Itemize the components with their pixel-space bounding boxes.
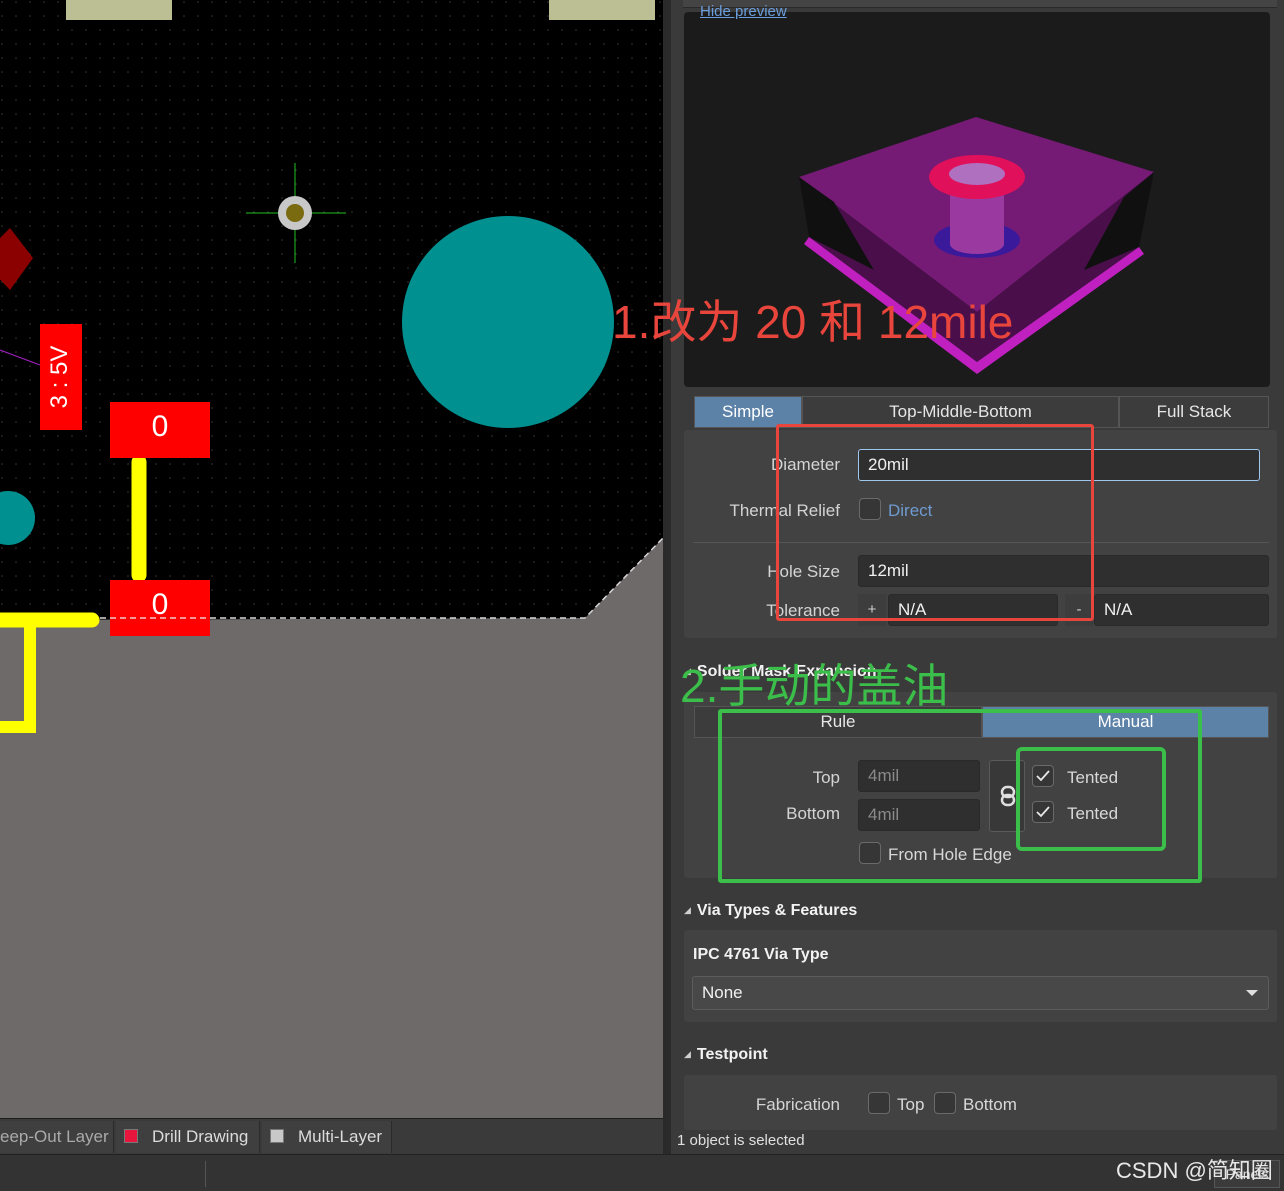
annotation-note-1: 1.改为 20 和 12mile [612, 296, 1014, 348]
top-pad-right[interactable] [549, 0, 655, 20]
tolerance-minus-input[interactable]: N/A [1094, 594, 1269, 626]
preview-barrel-bottom [950, 234, 1004, 254]
via-hole [286, 204, 304, 222]
chevron-down-icon [1246, 990, 1258, 996]
layer-tab-keep-out[interactable]: eep-Out Layer [0, 1121, 114, 1153]
testpoint-bottom-checkbox[interactable] [934, 1092, 956, 1114]
layer-color-swatch [270, 1129, 284, 1143]
board-region [0, 538, 663, 1118]
fabrication-label: Fabrication [755, 1095, 840, 1114]
annotation-box-green-inner [1016, 747, 1166, 851]
pcb-drawing [0, 0, 663, 1118]
via-types-title: Via Types & Features [696, 902, 858, 919]
collapse-arrow-icon: ◢ [684, 905, 691, 915]
status-bar [0, 1154, 1284, 1191]
watermark: CSDN @简知圈 [1116, 1158, 1273, 1183]
status-separator [205, 1161, 206, 1187]
layer-tab-multi-layer[interactable]: Multi-Layer [262, 1121, 392, 1153]
tab-full-stack[interactable]: Full Stack [1119, 396, 1269, 428]
collapse-arrow-icon: ◢ [684, 1049, 691, 1059]
layer-color-swatch [124, 1129, 138, 1143]
component-label: 3 : 5V [46, 345, 73, 409]
testpoint-top-label: Top [897, 1095, 925, 1114]
layer-tab-label: Multi-Layer [298, 1127, 383, 1146]
hide-preview-link[interactable]: Hide preview [700, 3, 787, 20]
round-pad-large[interactable] [402, 216, 614, 428]
ipc-via-type-label: IPC 4761 Via Type [693, 946, 829, 963]
testpoint-top-checkbox[interactable] [868, 1092, 890, 1114]
selection-status: 1 object is selected [677, 1132, 805, 1149]
layer-tab-drill-drawing[interactable]: Drill Drawing [116, 1121, 260, 1153]
top-pad-left[interactable] [66, 0, 172, 20]
layer-tab-bar: eep-Out Layer Drill Drawing Multi-Layer [0, 1118, 663, 1154]
layer-tab-label: Drill Drawing [152, 1127, 249, 1146]
pad-label-2: 0 [151, 588, 169, 621]
annotation-box-red [776, 424, 1094, 621]
pcb-editor-window: { "canvas": { "pad_labels": ["0", "0"], … [0, 0, 1284, 1191]
ipc-via-type-dropdown[interactable]: None [692, 976, 1269, 1010]
layer-tab-label: eep-Out Layer [0, 1127, 109, 1146]
preview-hole [949, 163, 1005, 185]
pad-label-1: 0 [151, 410, 169, 443]
via-types-section-header[interactable]: ◢ Via Types & Features [684, 902, 857, 920]
testpoint-title: Testpoint [696, 1046, 768, 1063]
pcb-canvas[interactable]: 0 0 3 : 5V [0, 0, 663, 1118]
panel-splitter[interactable] [663, 0, 671, 1154]
testpoint-section-header[interactable]: ◢ Testpoint [684, 1046, 768, 1064]
testpoint-bottom-label: Bottom [963, 1095, 1017, 1114]
ipc-via-type-value: None [702, 983, 743, 1002]
annotation-note-2: 2.手动的盖油 [680, 660, 949, 712]
